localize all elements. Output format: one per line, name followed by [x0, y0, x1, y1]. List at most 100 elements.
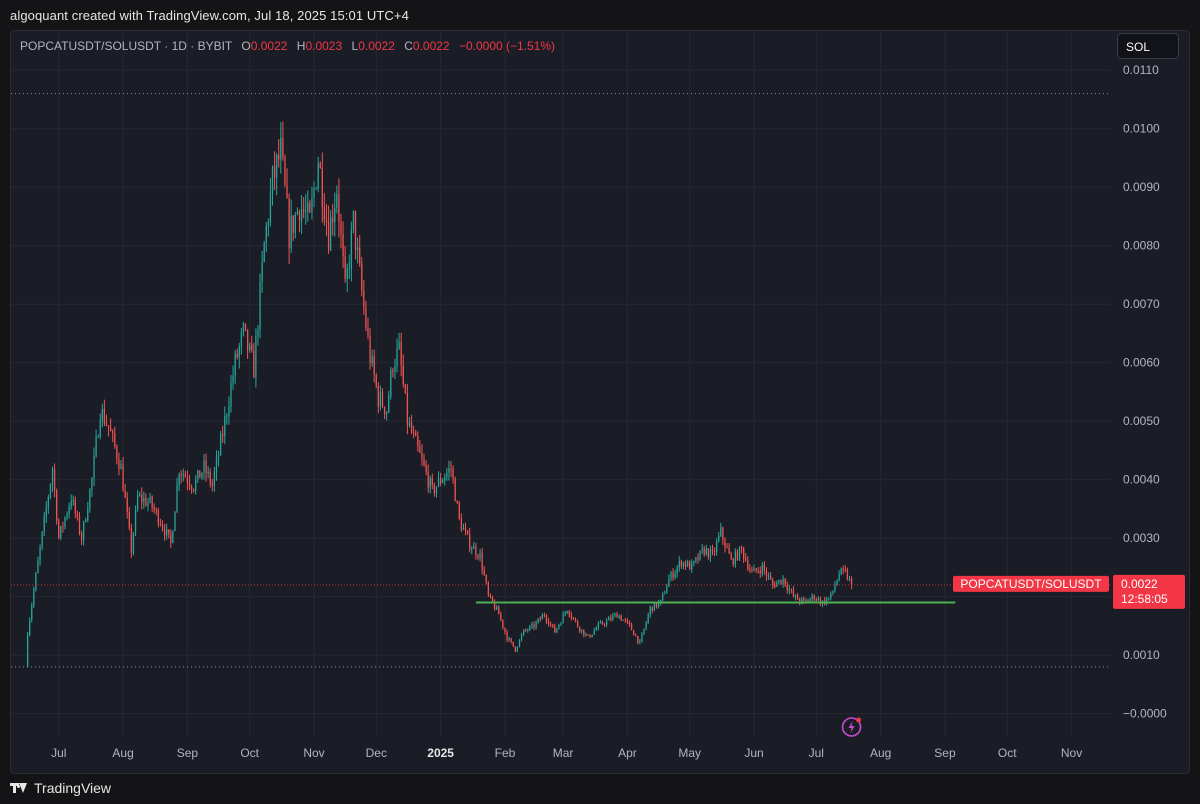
candle-body	[525, 629, 527, 631]
candle-body	[80, 533, 83, 541]
y-tick-label: 0.0070	[1123, 297, 1160, 311]
price-chart[interactable]: 0.0110 0.0100 0.0090 0.0080 0.0070 0.0060 0.00…	[11, 31, 1189, 773]
candle-body	[172, 531, 174, 543]
candle-body	[201, 472, 203, 479]
tradingview-brand: TradingView	[34, 780, 112, 796]
legend-close-label: C	[404, 39, 413, 53]
candle-body	[163, 528, 166, 536]
candle-body	[139, 494, 141, 496]
candle-body	[632, 630, 635, 636]
candle-body	[105, 423, 108, 426]
candle-body	[502, 619, 504, 628]
candle-body	[311, 198, 313, 212]
candle-body	[477, 555, 479, 558]
candle-body	[408, 422, 411, 426]
candle-body	[834, 585, 836, 591]
x-tick-label: Jun	[744, 746, 763, 760]
candle-body	[369, 335, 371, 363]
candle-body	[76, 513, 79, 516]
candle-body	[130, 527, 133, 553]
candle-body	[286, 185, 288, 198]
candle-body	[830, 593, 832, 598]
candle-body	[547, 620, 550, 625]
tradingview-logo[interactable]: TradingView	[10, 780, 111, 796]
candle-body	[807, 600, 809, 602]
candle-body	[651, 606, 653, 611]
candle-body	[742, 548, 745, 559]
candle-body	[583, 629, 585, 636]
candle-body	[85, 520, 87, 522]
candle-body	[564, 612, 566, 615]
candle-body	[126, 497, 128, 512]
candle-body	[442, 480, 444, 483]
candle-body	[82, 521, 85, 541]
candle-body	[848, 578, 851, 580]
y-tick-label: 0.0050	[1123, 414, 1160, 428]
legend-open-value: 0.0022	[250, 39, 288, 53]
candle-body	[180, 474, 182, 476]
candle-body	[203, 460, 205, 473]
candle-body	[481, 552, 483, 570]
lightning-icon-bolt	[848, 721, 855, 733]
candle-body	[626, 620, 629, 622]
symbol-legend: POPCATUSDT/SOLUSDT · 1D · BYBIT O0.0022 …	[20, 39, 555, 53]
symbol-currency-button[interactable]: SOL	[1117, 33, 1179, 59]
candle-body	[844, 569, 846, 571]
candle-body	[377, 385, 380, 407]
candle-body	[489, 595, 492, 597]
x-tick-label: Sep	[177, 746, 199, 760]
candle-body	[383, 406, 386, 414]
candle-body	[176, 485, 178, 512]
candle-body	[147, 502, 149, 506]
candle-body	[215, 457, 218, 473]
candle-body	[332, 217, 334, 223]
chart-panel[interactable]: 0.0110 0.0100 0.0090 0.0080 0.0070 0.0060 0.00…	[10, 30, 1190, 774]
candle-body	[400, 341, 402, 366]
candle-body	[269, 192, 272, 223]
candle-body	[429, 477, 431, 488]
legend-symbol[interactable]: POPCATUSDT/SOLUSDT · 1D · BYBIT	[20, 39, 232, 53]
candle-body	[390, 370, 392, 397]
candle-body	[182, 474, 184, 476]
y-tick-label: 0.0040	[1123, 473, 1160, 487]
candle-body	[680, 561, 683, 567]
candle-body	[365, 307, 367, 328]
candle-body	[356, 247, 359, 250]
candle-body	[157, 509, 160, 524]
candle-body	[803, 598, 805, 601]
candle-body	[43, 516, 45, 532]
candle-body	[232, 375, 234, 383]
candle-body	[832, 590, 834, 594]
candle-body	[259, 281, 261, 330]
candle-body	[242, 323, 245, 333]
candle-body	[670, 572, 672, 579]
candle-body	[716, 541, 718, 552]
candle-body	[132, 533, 135, 553]
candle-body	[684, 562, 687, 567]
candle-body	[141, 494, 143, 502]
candle-body	[375, 374, 377, 386]
candle-body	[763, 564, 766, 571]
candle-body	[610, 617, 612, 620]
candle-body	[724, 539, 726, 548]
x-tick-label: Apr	[618, 746, 637, 760]
candle-body	[518, 639, 521, 647]
candle-body	[60, 526, 62, 539]
candle-body	[697, 557, 699, 561]
legend-change: −0.0000 (−1.51%)	[458, 39, 556, 53]
candle-body	[421, 452, 423, 459]
x-tick-label: Oct	[240, 746, 259, 760]
candle-body	[219, 434, 222, 456]
candle-body	[207, 471, 209, 474]
candle-body	[643, 628, 645, 634]
candle-body	[97, 436, 99, 438]
candle-body	[136, 495, 139, 510]
candle-body	[188, 482, 191, 487]
candle-body	[62, 526, 64, 528]
candle-body	[533, 624, 535, 628]
candle-body	[479, 552, 481, 558]
candle-body	[284, 157, 286, 186]
candle-body	[211, 483, 213, 486]
candle-body	[581, 629, 583, 632]
candle-body	[815, 599, 817, 601]
